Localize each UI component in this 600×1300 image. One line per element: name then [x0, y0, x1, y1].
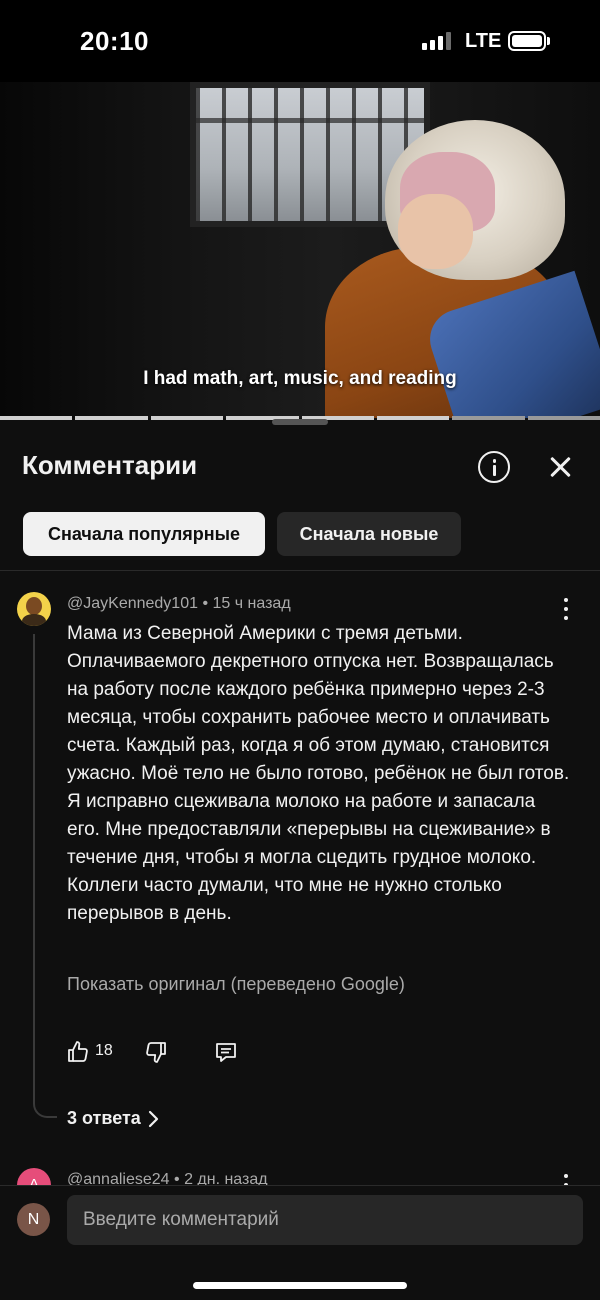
- network-type: LTE: [465, 30, 502, 52]
- show-original-link[interactable]: Показать оригинал (переведено Google): [67, 974, 405, 995]
- comments-title: Комментарии: [22, 450, 198, 480]
- thread-line: [33, 634, 57, 1118]
- comment-meta: @annaliese24 • 2 дн. назад: [67, 1171, 268, 1186]
- comment-author[interactable]: @JayKennedy101: [67, 595, 198, 612]
- comment-time: 2 дн. назад: [184, 1171, 268, 1186]
- comment-time: 15 ч назад: [212, 595, 291, 612]
- video-player[interactable]: I had math, art, music, and reading: [0, 82, 600, 418]
- status-time: 20:10: [80, 26, 149, 56]
- divider: [0, 570, 600, 571]
- avatar[interactable]: A: [17, 1168, 51, 1186]
- status-bar: 20:10 LTE: [0, 0, 600, 82]
- sheet-drag-handle[interactable]: [272, 419, 328, 425]
- avatar[interactable]: N: [17, 1203, 50, 1236]
- close-icon[interactable]: [546, 452, 576, 482]
- thumb-down-icon[interactable]: [144, 1040, 168, 1064]
- list-item: A @annaliese24 • 2 дн. назад: [0, 1160, 600, 1186]
- avatar[interactable]: [17, 592, 51, 626]
- battery-icon: [508, 31, 546, 51]
- more-vert-icon[interactable]: [557, 598, 575, 620]
- info-icon[interactable]: [478, 451, 510, 483]
- battery-cap: [547, 37, 550, 45]
- comment-text: Мама из Северной Америки с тремя детьми.…: [67, 623, 570, 924]
- sort-chip-popular[interactable]: Сначала популярные: [23, 512, 265, 556]
- screen: 20:10 LTE I had math, art, music, and re…: [0, 0, 600, 1300]
- comment-author[interactable]: @annaliese24: [67, 1171, 170, 1186]
- reply-icon[interactable]: [214, 1040, 238, 1064]
- comment-input[interactable]: [67, 1195, 583, 1245]
- signal-icon: [422, 32, 451, 50]
- video-caption: I had math, art, music, and reading: [143, 368, 457, 389]
- meta-separator: •: [202, 595, 209, 612]
- replies-count: 3 ответа: [67, 1108, 141, 1128]
- chevron-right-icon: [148, 1110, 158, 1127]
- comment-meta: @JayKennedy101 • 15 ч назад: [67, 595, 291, 613]
- replies-link[interactable]: 3 ответа: [67, 1108, 159, 1129]
- sort-chip-newest[interactable]: Сначала новые: [277, 512, 461, 556]
- home-indicator[interactable]: [193, 1282, 407, 1289]
- like-count: 18: [95, 1042, 113, 1059]
- meta-separator: •: [174, 1171, 180, 1186]
- video-child-face: [398, 194, 473, 269]
- thumb-up-icon[interactable]: [66, 1040, 90, 1064]
- comment-input-bar: N: [0, 1185, 600, 1300]
